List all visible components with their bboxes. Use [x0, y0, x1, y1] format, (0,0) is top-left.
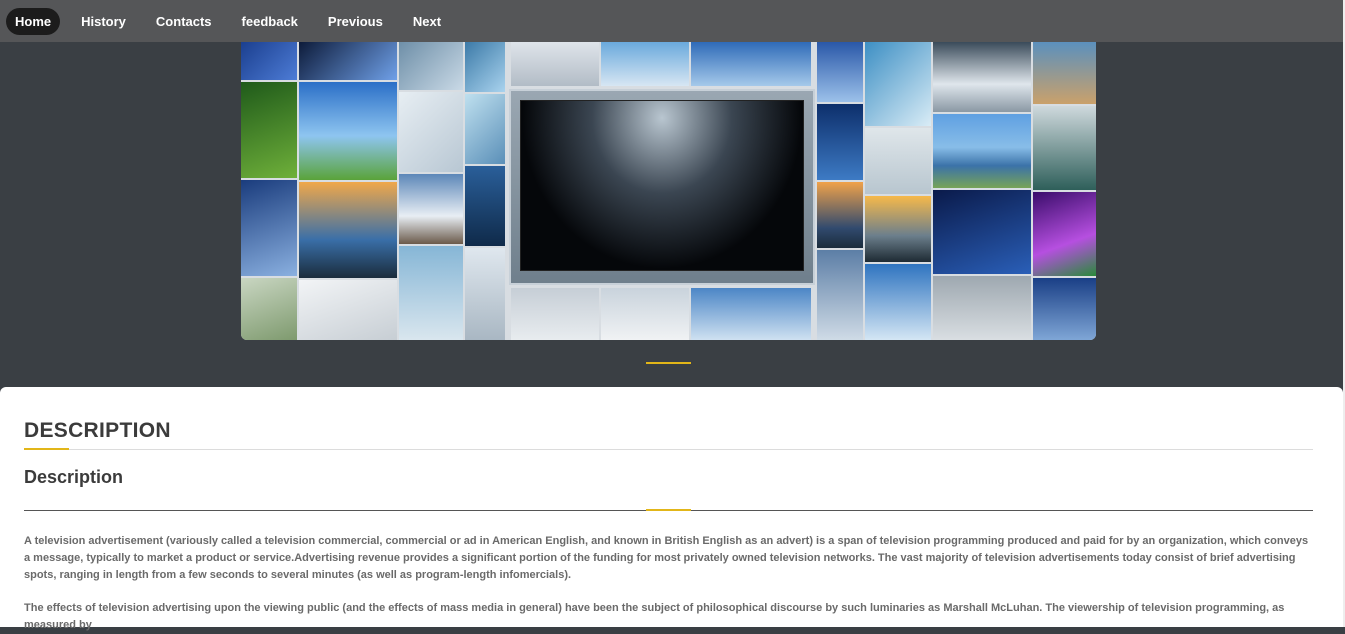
nav-next[interactable]: Next [404, 8, 450, 35]
photo-tile [1033, 106, 1096, 190]
photo-tile [299, 182, 397, 278]
tv-screen [520, 100, 804, 271]
photo-tile [1033, 192, 1096, 276]
top-navigation: Home History Contacts feedback Previous … [0, 0, 1343, 42]
paragraph-1: A television advertisement (variously ca… [24, 535, 1309, 581]
photo-tile [933, 114, 1031, 188]
subtitle: Description [24, 467, 124, 487]
photo-tile [465, 166, 505, 246]
photo-tile [511, 288, 599, 340]
photo-tile [465, 94, 505, 164]
photo-tile [933, 276, 1031, 340]
section-title: DESCRIPTION [24, 419, 171, 442]
photo-tile [865, 42, 931, 126]
photo-tile [399, 174, 463, 244]
photo-tile [299, 280, 397, 340]
paragraph-2: The effects of television advertising up… [24, 602, 1285, 631]
section-divider [24, 449, 1313, 450]
photo-tile [465, 42, 505, 92]
subtitle-accent-bar [646, 509, 691, 511]
photo-tile [601, 288, 689, 340]
photo-tile [465, 248, 505, 340]
photo-tile [399, 92, 463, 172]
photo-tile [299, 82, 397, 180]
photo-tile [511, 42, 599, 86]
photo-tile [691, 288, 811, 340]
hero-banner-image [241, 42, 1096, 340]
photo-tile [817, 182, 863, 248]
photo-tile [1033, 278, 1096, 340]
photo-tile [241, 42, 297, 80]
tv-monitor [509, 89, 815, 285]
content-panel: DESCRIPTION Description A television adv… [0, 387, 1343, 631]
photo-tile [817, 42, 863, 102]
photo-tile [241, 278, 297, 340]
photo-tile [865, 264, 931, 340]
photo-tile [399, 246, 463, 340]
photo-tile [865, 196, 931, 262]
photo-tile [241, 82, 297, 178]
photo-tile [817, 104, 863, 180]
photo-tile [817, 250, 863, 340]
photo-tile [933, 190, 1031, 274]
photo-tile [241, 180, 297, 276]
nav-contacts[interactable]: Contacts [147, 8, 221, 35]
photo-tile [865, 128, 931, 194]
nav-history[interactable]: History [72, 8, 135, 35]
photo-tile [399, 42, 463, 90]
nav-feedback[interactable]: feedback [233, 8, 307, 35]
nav-home[interactable]: Home [6, 7, 61, 35]
section-accent-bar [24, 448, 69, 450]
photo-tile [933, 42, 1031, 112]
photo-tile [1033, 42, 1096, 104]
carousel-indicator[interactable] [646, 362, 691, 364]
photo-tile [691, 42, 811, 86]
photo-tile [299, 42, 397, 80]
photo-tile [601, 42, 689, 86]
nav-previous[interactable]: Previous [319, 8, 392, 35]
